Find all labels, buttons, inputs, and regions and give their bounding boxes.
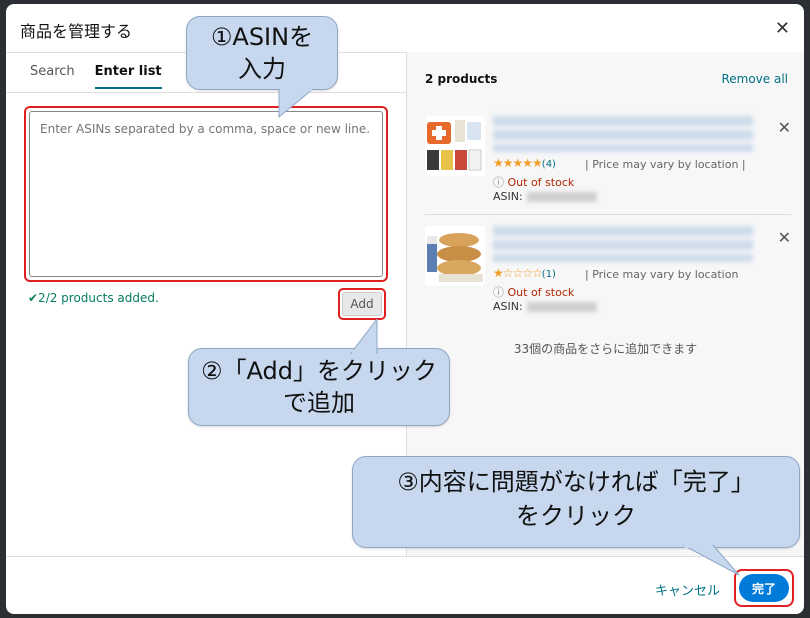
modal-title: 商品を管理する	[20, 22, 133, 41]
asin-value-blurred	[526, 192, 597, 202]
info-icon: ⓘ	[493, 176, 504, 189]
cancel-button[interactable]: キャンセル	[655, 580, 720, 599]
added-status: ✔2/2 products added.	[28, 291, 159, 305]
asin-row: ASIN:	[493, 300, 597, 313]
tab-divider	[6, 92, 406, 93]
close-icon[interactable]: ✕	[775, 18, 790, 39]
rating-count[interactable]: (1)	[542, 269, 556, 280]
callout-enter-asin: ①ASINを 入力	[186, 16, 338, 119]
product-item: ★☆☆☆☆(1) | Price may vary by location ⓘ …	[425, 220, 791, 318]
product-divider	[425, 214, 791, 215]
remove-product-icon[interactable]: ✕	[778, 118, 791, 137]
callout-text: 入力	[238, 55, 286, 83]
callout-text: ②「Add」をクリック	[201, 357, 437, 385]
callout-text: ①ASINを	[210, 23, 314, 51]
callout-pointer	[349, 319, 378, 355]
product-thumbnail	[425, 116, 485, 176]
tab-search[interactable]: Search	[30, 64, 75, 89]
remove-all-link[interactable]: Remove all	[721, 72, 788, 86]
callout-click-add: ②「Add」をクリック で追加	[188, 319, 450, 426]
more-products-text: 33個の商品をさらに追加できます	[513, 342, 698, 356]
done-button-highlight: 完了	[734, 569, 794, 607]
rating-stars: ★★★★★(4)	[493, 156, 556, 170]
asin-value-blurred	[526, 302, 597, 312]
callout-click-done: ③内容に問題がなければ「完了」 をクリック	[352, 456, 800, 576]
callout-pointer	[278, 89, 314, 119]
asin-input-highlight	[24, 106, 388, 282]
product-item: ★★★★★(4) | Price may vary by location | …	[425, 110, 791, 208]
stock-status: ⓘ Out of stock	[493, 176, 575, 189]
callout-text: で追加	[283, 389, 355, 417]
asin-textarea[interactable]	[29, 111, 383, 277]
price-note: | Price may vary by location	[585, 268, 739, 281]
callout-text: ③内容に問題がなければ「完了」	[397, 468, 755, 496]
asin-row: ASIN:	[493, 190, 597, 203]
stock-status: ⓘ Out of stock	[493, 286, 575, 299]
rating-stars: ★☆☆☆☆(1)	[493, 266, 556, 280]
product-title-blurred	[493, 226, 753, 262]
product-title-blurred	[493, 116, 753, 152]
callout-text: をクリック	[516, 502, 636, 530]
remove-product-icon[interactable]: ✕	[778, 228, 791, 247]
product-count: 2 products	[425, 72, 498, 86]
done-button[interactable]: 完了	[739, 574, 789, 602]
tab-enter-list[interactable]: Enter list	[94, 64, 162, 89]
add-button-highlight: Add	[338, 288, 386, 320]
info-icon: ⓘ	[493, 286, 504, 299]
add-button[interactable]: Add	[342, 292, 382, 316]
price-note: | Price may vary by location |	[585, 158, 746, 171]
product-thumbnail	[425, 226, 485, 286]
callout-pointer	[683, 545, 740, 576]
tab-bar: Search Enter list	[30, 64, 162, 89]
rating-count[interactable]: (4)	[542, 159, 556, 170]
